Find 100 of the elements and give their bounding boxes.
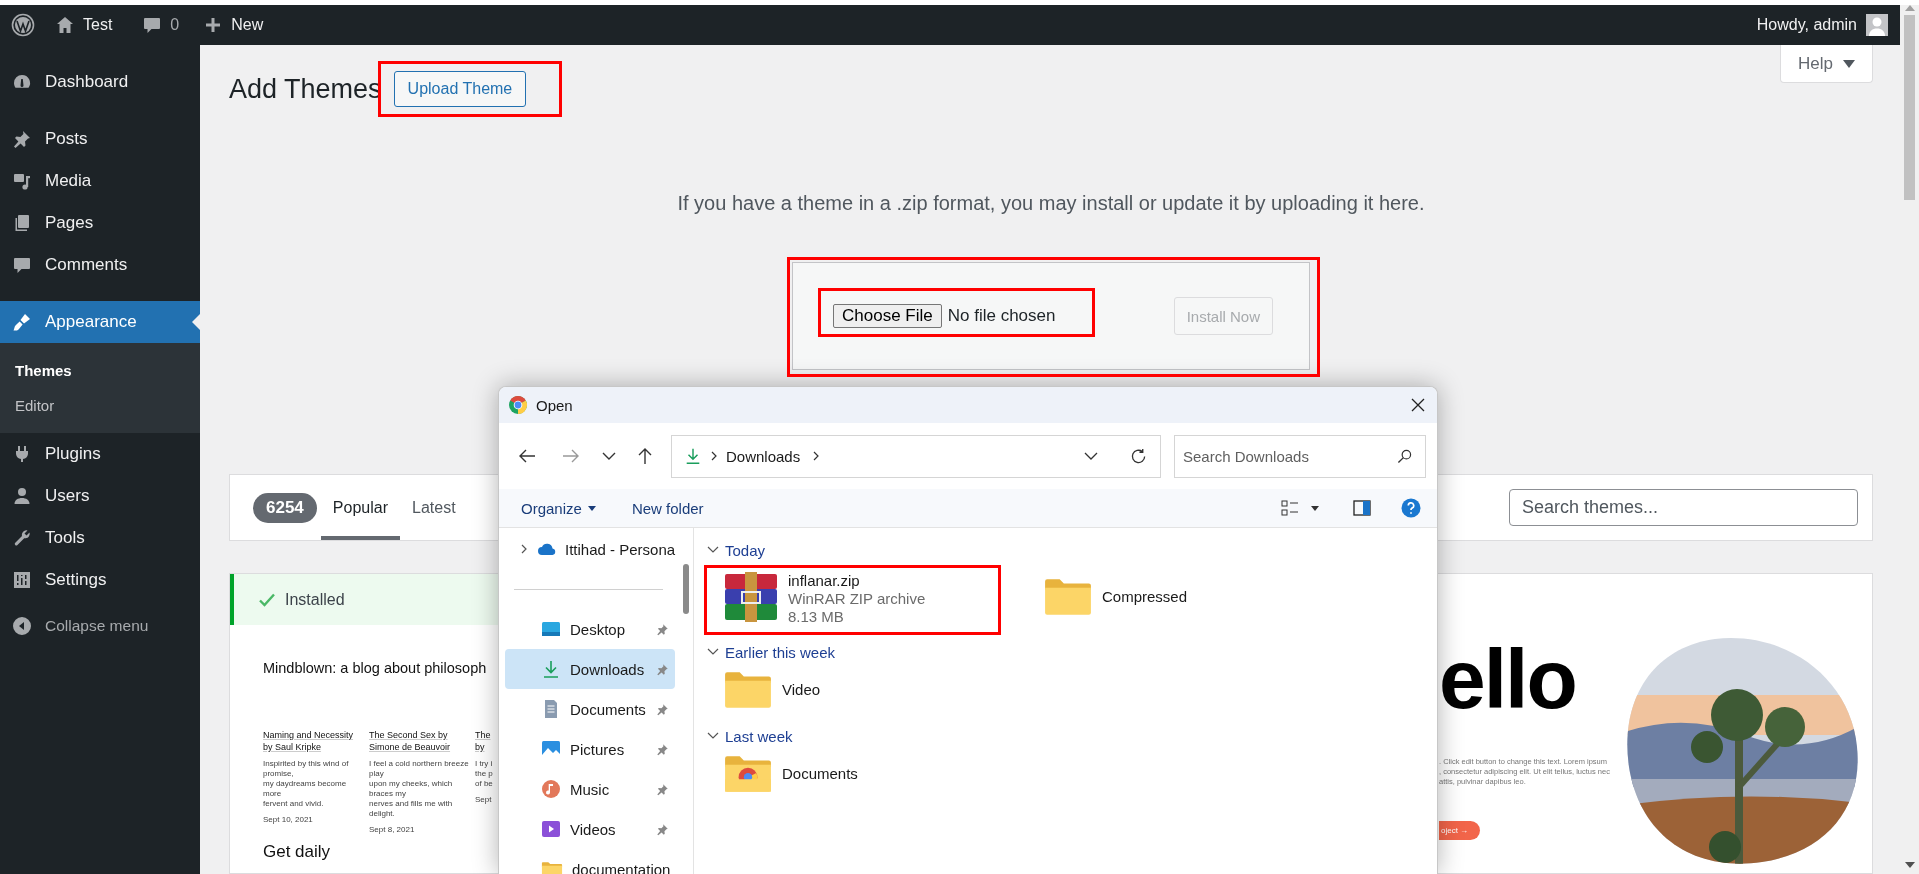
navigation-item[interactable]: Videos	[505, 809, 675, 849]
close-icon	[1411, 398, 1425, 412]
check-icon	[259, 592, 275, 607]
chevron-down-icon	[707, 732, 719, 740]
archive-books-icon	[723, 572, 779, 622]
navigation-item[interactable]: Ittihad - Persona	[505, 529, 681, 569]
file-status: No file chosen	[947, 306, 1056, 326]
desktop-icon	[541, 619, 561, 639]
filter-tab[interactable]: Latest	[400, 475, 468, 540]
chevron-down-icon	[707, 546, 719, 554]
scrollbar-thumb[interactable]	[1904, 15, 1915, 200]
sidebar-item[interactable]: Pages	[0, 202, 200, 244]
collapse-menu-link[interactable]: Collapse menu	[45, 617, 149, 635]
sidebar-item[interactable]: Appearance	[0, 301, 200, 343]
folder-name[interactable]: Compressed	[1102, 587, 1188, 605]
new-link[interactable]: New	[231, 16, 264, 34]
group-header[interactable]: Today	[725, 541, 766, 559]
filter-tab[interactable]: Popular	[320, 475, 400, 540]
sidebar-item[interactable]: Plugins	[0, 433, 200, 475]
user-icon	[12, 486, 32, 506]
group-header[interactable]: Earlier this week	[725, 643, 836, 661]
preview-pane-icon	[1353, 500, 1371, 516]
folder-name[interactable]: Documents	[782, 764, 858, 782]
address-bar[interactable]: Downloads	[671, 434, 1161, 478]
video-icon	[541, 819, 561, 839]
search-field[interactable]: Search Downloads	[1174, 434, 1426, 478]
sidebar-item[interactable]: Comments	[0, 244, 200, 286]
pin-icon	[656, 622, 669, 636]
file-size: 8.13 MB	[788, 608, 845, 626]
preview-post-excerpt: of be	[475, 779, 493, 789]
image-icon	[541, 739, 561, 759]
scrollbar[interactable]	[1900, 5, 1919, 874]
file-name[interactable]: inflanar.zip	[788, 572, 926, 590]
preview-heading: ello	[1439, 637, 1577, 721]
comment-icon	[12, 255, 32, 275]
chevron-down-icon	[602, 452, 616, 460]
chevron-right-icon	[519, 544, 529, 554]
sidebar-item[interactable]: Users	[0, 475, 200, 517]
arrow-left-icon	[518, 448, 536, 464]
pin-icon	[656, 742, 669, 756]
search-icon	[1397, 448, 1412, 464]
submenu-item[interactable]: Editor	[0, 388, 200, 423]
preview-post-excerpt: I try i	[475, 759, 493, 769]
preview-post-excerpt: the p	[475, 769, 493, 779]
organize-button[interactable]: Organize	[521, 499, 596, 517]
sidebar-item[interactable]: Media	[0, 160, 200, 202]
choose-file-button[interactable]: Choose File	[833, 304, 942, 328]
submenu-item[interactable]: Themes	[0, 353, 200, 388]
navigation-item[interactable]: documentation	[505, 849, 675, 874]
pin-icon	[656, 662, 669, 676]
preview-post-date: Sept 10, 2021	[263, 815, 313, 824]
sidebar-item[interactable]: Posts	[0, 118, 200, 160]
wordpress-logo-icon	[11, 13, 35, 37]
comment-count[interactable]: 0	[170, 16, 180, 34]
preview-post-excerpt: nerves and fills me with delight.	[369, 799, 454, 819]
brush-icon	[12, 312, 32, 332]
pin-icon	[656, 702, 669, 716]
navigation-item[interactable]: Pictures	[505, 729, 675, 769]
sidebar-item[interactable]: Tools	[0, 517, 200, 559]
sidebar-item[interactable]: Dashboard	[0, 61, 200, 103]
folder-name[interactable]: Video	[782, 680, 821, 698]
group-header[interactable]: Last week	[725, 727, 793, 745]
preview-heading: Get daily	[263, 842, 331, 862]
help-icon	[1401, 498, 1421, 518]
address-location[interactable]: Downloads	[726, 447, 801, 465]
navigation-item[interactable]: Music	[505, 769, 675, 809]
chevron-down-icon	[707, 648, 719, 656]
upload-theme-button[interactable]: Upload Theme	[393, 71, 527, 107]
arrow-right-icon	[562, 448, 580, 464]
search-themes-field[interactable]: Search themes...	[1509, 489, 1858, 526]
caret-icon	[587, 505, 596, 511]
scroll-up-icon	[1904, 5, 1915, 11]
music-icon	[541, 779, 561, 799]
installed-label: Installed	[285, 590, 345, 609]
comment-icon	[142, 15, 163, 35]
preview-post-title: The Second Sex by	[369, 729, 449, 741]
new-folder-button[interactable]: New folder	[631, 499, 704, 517]
collapse-icon	[12, 616, 32, 636]
chevron-right-icon	[710, 451, 718, 461]
folder-icon	[541, 859, 563, 874]
site-name-link[interactable]: Test	[83, 16, 113, 34]
home-icon	[55, 15, 75, 35]
page-title: Add Themes	[229, 73, 382, 105]
help-button[interactable]: Help	[1780, 45, 1873, 83]
preview-post-title: by Saul Kripke	[263, 741, 323, 753]
navigation-item[interactable]: Downloads	[505, 649, 675, 689]
navigation-item[interactable]: Documents	[505, 689, 675, 729]
preview-post-title: The	[475, 729, 492, 741]
scrollbar-thumb[interactable]	[683, 564, 689, 614]
caret-icon	[1311, 505, 1319, 511]
chevron-down-icon	[1084, 452, 1098, 460]
greeting-link[interactable]: Howdy, admin	[1756, 16, 1857, 34]
file-type: WinRAR ZIP archive	[788, 590, 926, 608]
navigation-item[interactable]: Desktop	[505, 609, 675, 649]
pin-icon	[656, 822, 669, 836]
download-icon	[541, 659, 561, 679]
view-options-icon	[1281, 500, 1299, 516]
preview-post-title: by	[475, 741, 486, 753]
preview-post-date: Sept 8, 2021	[369, 825, 415, 834]
sidebar-item[interactable]: Settings	[0, 559, 200, 601]
